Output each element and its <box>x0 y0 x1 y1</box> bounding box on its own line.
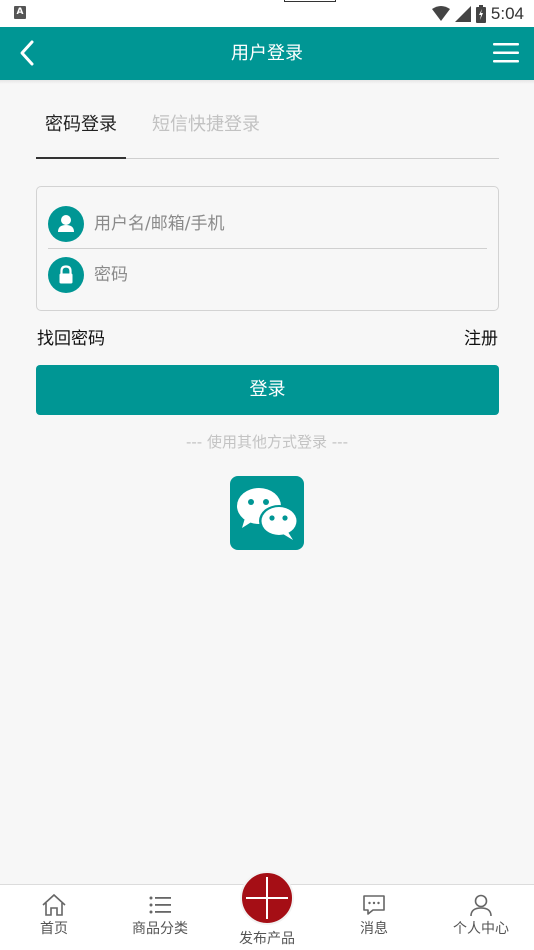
signal-icon <box>454 6 471 22</box>
nav-categories-label: 商品分类 <box>132 921 188 937</box>
notification-a-icon: A <box>14 6 26 19</box>
status-notch <box>284 0 336 2</box>
nav-home[interactable]: 首页 <box>14 885 94 950</box>
forgot-password-link[interactable]: 找回密码 <box>37 324 105 349</box>
battery-icon <box>475 5 486 23</box>
tab-password-login[interactable]: 密码登录 <box>45 110 117 136</box>
home-icon <box>42 893 66 916</box>
hamburger-menu-icon <box>493 43 519 63</box>
login-form <box>36 186 499 311</box>
active-tab-indicator <box>36 157 126 159</box>
header-shadow <box>0 80 534 84</box>
password-field <box>48 250 487 300</box>
plus-icon <box>246 877 288 919</box>
register-link[interactable]: 注册 <box>464 324 498 349</box>
nav-messages-label: 消息 <box>360 921 388 937</box>
app-header: 用户登录 <box>0 27 534 80</box>
username-input[interactable] <box>94 207 487 241</box>
lock-icon <box>48 257 84 293</box>
nav-publish-label: 发布产品 <box>239 931 295 947</box>
wifi-icon <box>431 6 450 21</box>
menu-button[interactable] <box>490 37 522 69</box>
list-icon <box>149 896 171 914</box>
status-icons: 5:04 <box>431 3 524 25</box>
other-login-methods-label: --- 使用其他方式登录 --- <box>185 433 348 451</box>
username-field <box>48 199 487 249</box>
wechat-login-button[interactable] <box>230 476 304 550</box>
status-time: 5:04 <box>490 4 524 23</box>
status-bar: A 5:04 <box>0 0 534 27</box>
wechat-icon <box>237 488 299 540</box>
password-input[interactable] <box>94 258 487 292</box>
nav-messages[interactable]: 消息 <box>334 885 414 950</box>
nav-profile[interactable]: 个人中心 <box>441 885 521 950</box>
person-icon <box>470 894 492 917</box>
bottom-nav: 首页 商品分类 发布产品 消息 个人中心 <box>0 871 534 950</box>
nav-categories[interactable]: 商品分类 <box>120 885 200 950</box>
auth-links: 找回密码 注册 <box>36 324 499 350</box>
user-icon <box>48 206 84 242</box>
message-icon <box>363 895 385 915</box>
login-tabs: 密码登录 短信快捷登录 <box>36 96 499 159</box>
publish-button[interactable] <box>240 871 294 925</box>
nav-profile-label: 个人中心 <box>453 921 509 937</box>
page-title: 用户登录 <box>231 43 303 64</box>
login-button[interactable]: 登录 <box>36 365 499 415</box>
nav-home-label: 首页 <box>40 921 68 937</box>
nav-publish[interactable]: 发布产品 <box>227 871 307 950</box>
tab-sms-login[interactable]: 短信快捷登录 <box>152 110 260 136</box>
